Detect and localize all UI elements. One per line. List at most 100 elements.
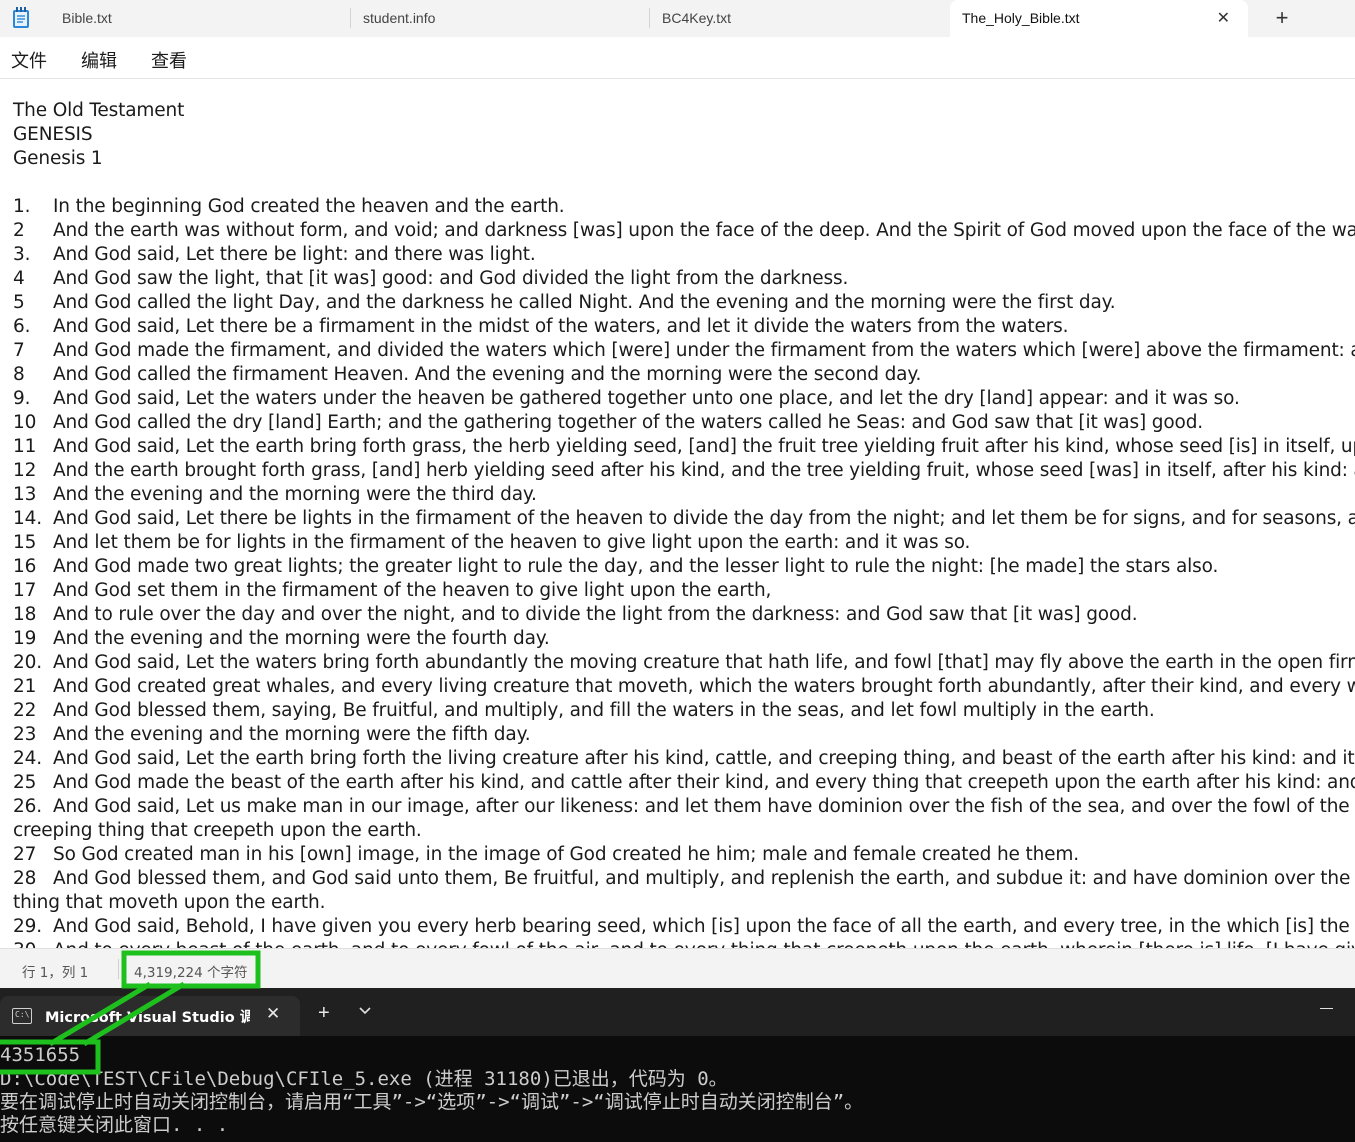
verse-text: And God created great whales, and every … — [53, 676, 1355, 697]
verse-line: 4 And God saw the light, that [it was] go… — [13, 267, 1355, 291]
status-divider — [118, 959, 119, 979]
verse-line: 19 And the evening and the morning were t… — [13, 627, 1355, 651]
verse-text: And the evening and the morning were the… — [53, 484, 537, 505]
verse-number: 25 — [13, 772, 37, 793]
terminal-tab-bar: C:\ Microsoft Visual Studio 调试控制台 ✕ + — [0, 988, 1355, 1036]
header-line: Genesis 1 — [13, 148, 103, 169]
verse-line: 12 And the earth brought forth grass, [an… — [13, 459, 1355, 483]
verse-line: 18 And to rule over the day and over the … — [13, 603, 1355, 627]
console-icon: C:\ — [12, 1008, 32, 1024]
verse-number: 7 — [13, 340, 25, 361]
notepad-app-icon — [13, 7, 29, 28]
close-icon[interactable]: ✕ — [266, 1004, 280, 1024]
verse-line: 14. And God said, Let there be lights in … — [13, 507, 1355, 531]
menu-file[interactable]: 文件 — [11, 47, 47, 73]
verse-number: 20. — [13, 652, 42, 673]
tab-label: The_Holy_Bible.txt — [962, 10, 1080, 26]
verse-number: 22 — [13, 700, 37, 721]
verse-text: And God called the light Day, and the da… — [53, 292, 1116, 313]
terminal-tab[interactable]: C:\ Microsoft Visual Studio 调试控制台 ✕ — [0, 996, 300, 1036]
verse-text: And God said, Let there be a firmament i… — [53, 316, 1069, 337]
verse-number: 11 — [13, 436, 37, 457]
verse-text: And God made two great lights; the great… — [53, 556, 1219, 577]
new-tab-button[interactable]: + — [1270, 0, 1294, 37]
verse-text: And God blessed them, and God said unto … — [53, 868, 1355, 889]
tab-label: student.info — [363, 10, 436, 26]
verse-line: 21 And God created great whales, and ever… — [13, 675, 1355, 699]
verse-line: 28 And God blessed them, and God said unt… — [13, 867, 1355, 891]
terminal-line: 4351655 — [0, 1044, 81, 1066]
verse-number: 14. — [13, 508, 42, 529]
verse-text: And let them be for lights in the firmam… — [53, 532, 971, 553]
verse-text: And the earth brought forth grass, [and]… — [53, 460, 1355, 481]
verse-text: And God said, Let the waters bring forth… — [53, 652, 1355, 673]
notepad-tab-bar: Bible.txt student.info BC4Key.txt The_Ho… — [0, 0, 1355, 37]
verse-text: And the evening and the morning were the… — [53, 724, 531, 745]
verse-number: 30 — [13, 939, 53, 948]
verse-number: 17 — [13, 580, 37, 601]
menu-edit[interactable]: 编辑 — [81, 47, 117, 73]
verse-number: 18 — [13, 604, 37, 625]
verse-number: 6. — [13, 316, 31, 337]
verse-text: And God said, Let the waters under the h… — [53, 388, 1240, 409]
status-bar: 行 1，列 1 4,319,224 个字符 — [0, 948, 1355, 988]
verse-number: 26. — [13, 796, 42, 817]
verse-text: And to every beast of the earth, and to … — [53, 939, 1355, 948]
verse-number: 3. — [13, 244, 31, 265]
new-terminal-tab-button[interactable]: + — [318, 1002, 330, 1025]
verse-line: 1. In the beginning God created the heave… — [13, 195, 1355, 219]
verse-text: And God said, Let the earth bring forth … — [53, 748, 1355, 769]
tab-label: Bible.txt — [62, 10, 112, 26]
verse-text: And God set them in the firmament of the… — [53, 580, 772, 601]
verse-line: 16 And God made two great lights; the gre… — [13, 555, 1355, 579]
verse-number: 15 — [13, 532, 37, 553]
chevron-down-icon[interactable] — [358, 1004, 372, 1018]
verse-text: And God said, Let there be lights in the… — [53, 508, 1355, 529]
verse-text: creeping thing that creepeth upon the ea… — [13, 820, 422, 841]
verse-number: 23 — [13, 724, 37, 745]
verse-line: 17 And God set them in the firmament of t… — [13, 579, 1355, 603]
verse-line: 15 And let them be for lights in the firm… — [13, 531, 1355, 555]
verse-text: thing that moveth upon the earth. — [13, 892, 326, 913]
cursor-position[interactable]: 行 1，列 1 — [22, 961, 88, 981]
close-tab-icon[interactable]: ✕ — [1217, 0, 1230, 37]
verse-text: So God created man in his [own] image, i… — [53, 844, 1080, 865]
verse-line: 23 And the evening and the morning were t… — [13, 723, 1355, 747]
verse-line: 11 And God said, Let the earth bring fort… — [13, 435, 1355, 459]
header-line: The Old Testament — [13, 100, 185, 121]
tab-holy-bible[interactable]: The_Holy_Bible.txt ✕ — [950, 0, 1248, 37]
terminal-line: 要在调试停止时自动关闭控制台，请启用“工具”->“选项”->“调试”->“调试停… — [0, 1091, 864, 1113]
menu-view[interactable]: 查看 — [151, 47, 187, 73]
verse-number: 10 — [13, 412, 37, 433]
verse-text: And God called the firmament Heaven. And… — [53, 364, 922, 385]
verse-text: And God said, Let us make man in our ima… — [53, 796, 1355, 817]
verse-line: 26. And God said, Let us make man in our … — [13, 795, 1355, 819]
terminal-output[interactable]: 4351655 D:\Code\TEST\CFile\Debug\CFIle_5… — [0, 1036, 1355, 1142]
verse-line: 6. And God said, Let there be a firmament… — [13, 315, 1355, 339]
menu-bar: 文件 编辑 查看 — [0, 37, 1355, 79]
verse-line: 30And to every beast of the earth, and t… — [13, 939, 1355, 948]
verse-text: And the evening and the morning were the… — [53, 628, 550, 649]
tab-bible[interactable]: Bible.txt — [50, 0, 350, 37]
verse-text: And God made the beast of the earth afte… — [53, 772, 1355, 793]
verse-line: 2 And the earth was without form, and voi… — [13, 219, 1355, 243]
verse-text: And God called the dry [land] Earth; and… — [53, 412, 1204, 433]
character-count: 4,319,224 个字符 — [134, 965, 248, 981]
verse-line: 25 And God made the beast of the earth af… — [13, 771, 1355, 795]
text-editor[interactable]: The Old Testament GENESIS Genesis 1 1. In… — [0, 80, 1355, 948]
tab-student-info[interactable]: student.info — [351, 0, 649, 37]
tab-bc4key[interactable]: BC4Key.txt — [650, 0, 948, 37]
verse-line: 8 And God called the firmament Heaven. An… — [13, 363, 1355, 387]
verse-number: 21 — [13, 676, 37, 697]
terminal-line: D:\Code\TEST\CFile\Debug\CFIle_5.exe (进程… — [0, 1068, 728, 1090]
verse-line: 10 And God called the dry [land] Earth; a… — [13, 411, 1355, 435]
verse-text: And God blessed them, saying, Be fruitfu… — [53, 700, 1155, 721]
verse-continuation-line: thing that moveth upon the earth. — [13, 891, 1355, 915]
verse-line: 13 And the evening and the morning were t… — [13, 483, 1355, 507]
verse-line: 7 And God made the firmament, and divided… — [13, 339, 1355, 363]
verse-text: And to rule over the day and over the ni… — [53, 604, 1138, 625]
verse-text: And God saw the light, that [it was] goo… — [53, 268, 849, 289]
verse-number: 1. — [13, 196, 31, 217]
minimize-icon[interactable] — [1320, 1008, 1333, 1009]
verse-text: And God said, Let the earth bring forth … — [53, 436, 1355, 457]
